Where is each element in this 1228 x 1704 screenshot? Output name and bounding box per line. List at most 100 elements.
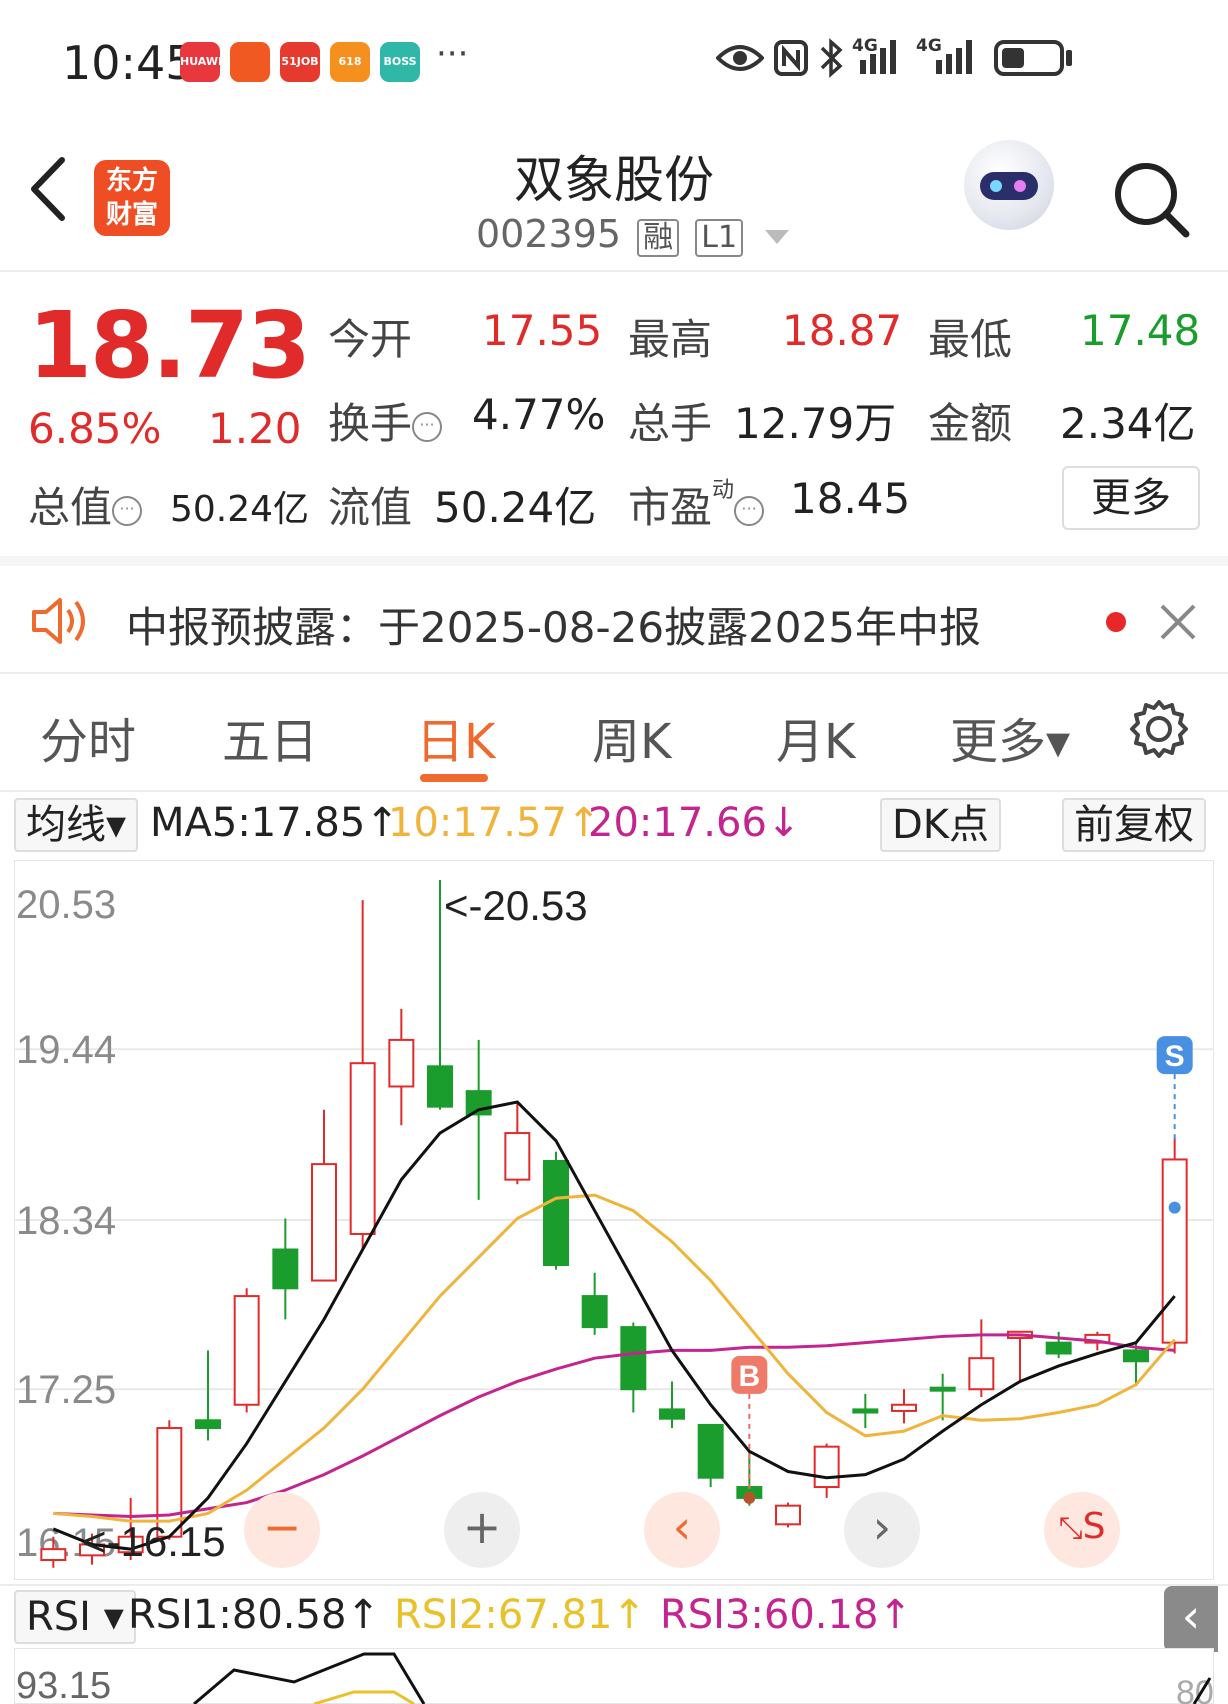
candle-body bbox=[697, 1423, 724, 1479]
robot-assistant-icon[interactable] bbox=[964, 140, 1054, 230]
close-icon[interactable] bbox=[1158, 602, 1198, 642]
pe-label: 市盈动··· bbox=[628, 474, 765, 535]
zoom-in-button[interactable]: + bbox=[444, 1492, 520, 1568]
notice-bar[interactable]: 中报预披露：于2025-08-26披露2025年中报 bbox=[0, 556, 1228, 674]
next-button[interactable]: › bbox=[844, 1492, 920, 1568]
rsi3-value: RSI3:60.18↑ bbox=[660, 1592, 912, 1638]
ma10-value: 10:17.57↑ bbox=[388, 800, 601, 846]
volume-label: 总手 bbox=[628, 399, 713, 448]
low-value: 17.48 bbox=[1080, 306, 1201, 355]
zoom-out-button[interactable]: − bbox=[244, 1492, 320, 1568]
search-icon[interactable] bbox=[1112, 160, 1192, 240]
market-cap-label: 总值 ··· bbox=[28, 474, 143, 535]
eye-icon bbox=[716, 45, 764, 71]
speaker-icon bbox=[32, 598, 85, 644]
candle-body bbox=[929, 1386, 956, 1392]
y-tick-label: 17.25 bbox=[16, 1368, 116, 1412]
y-tick-label: 18.34 bbox=[16, 1199, 116, 1243]
rsi-chart: 93.15 80 bbox=[14, 1648, 1214, 1704]
low-label: 最低 bbox=[928, 315, 1013, 364]
ma-indicator-row: 均线▾ MA5:17.85↑ 10:17.57↑ 20:17.66↓ DK点 前… bbox=[0, 794, 1228, 856]
period-tabs: 分时 五日 日K 周K 月K 更多▾ bbox=[0, 676, 1228, 792]
side-collapse-tab[interactable]: ‹ bbox=[1164, 1586, 1218, 1652]
pe-dynamic-mark: 动 bbox=[712, 478, 735, 503]
rsi-select[interactable]: RSI ▾ bbox=[14, 1590, 136, 1644]
stock-header: 东方 财富 双象股份 002395 融 L1 bbox=[0, 120, 1228, 272]
battery-icon bbox=[994, 40, 1064, 76]
rsi-indicator-row: RSI ▾ RSI1:80.58↑ RSI2:67.81↑ RSI3:60.18… bbox=[0, 1584, 1228, 1652]
flash-app-icon bbox=[230, 42, 270, 82]
float-cap-value: 50.24亿 bbox=[434, 483, 597, 532]
tab-five-day[interactable]: 五日 bbox=[222, 702, 318, 772]
signal-icon-2: 4G bbox=[916, 36, 982, 80]
tab-weekly-k[interactable]: 周K bbox=[592, 702, 671, 772]
status-time: 10:45 bbox=[62, 36, 195, 90]
info-dots-icon[interactable]: ··· bbox=[412, 411, 443, 442]
candle-body bbox=[891, 1403, 917, 1412]
adjust-select[interactable]: 前复权 bbox=[1062, 798, 1206, 852]
candle-body bbox=[543, 1160, 569, 1267]
candle-body bbox=[311, 1163, 337, 1282]
candle-body bbox=[659, 1408, 685, 1420]
y-tick-label: 20.53 bbox=[16, 883, 116, 927]
candle-body bbox=[349, 1062, 376, 1235]
turnover-label: 换手 ··· bbox=[328, 390, 443, 451]
prev-button[interactable]: ‹ bbox=[644, 1492, 720, 1568]
tab-monthly-k[interactable]: 月K bbox=[776, 702, 855, 772]
battery-tip bbox=[1066, 50, 1072, 66]
y-tick-label: 19.44 bbox=[16, 1028, 116, 1072]
tab-more[interactable]: 更多▾ bbox=[950, 702, 1070, 772]
shopping-618-app-icon: 618 bbox=[330, 42, 370, 82]
expand-s-button[interactable]: ⤡S bbox=[1044, 1492, 1120, 1568]
unread-dot bbox=[1106, 612, 1126, 632]
ma5-value: MA5:17.85↑ bbox=[150, 800, 399, 846]
expand-s-label: S bbox=[1082, 1506, 1106, 1547]
buy-marker-dot bbox=[743, 1491, 756, 1504]
open-label: 今开 bbox=[328, 315, 413, 364]
margin-tag: 融 bbox=[637, 219, 680, 257]
dk-point-button[interactable]: DK点 bbox=[880, 798, 1002, 852]
status-more-icon: ··· bbox=[436, 34, 469, 74]
quote-more-button[interactable]: 更多 bbox=[1062, 466, 1200, 530]
boss-zhipin-app-icon: BOSS 直聘 bbox=[380, 42, 420, 82]
amount-label: 金额 bbox=[928, 399, 1013, 448]
settings-gear-icon[interactable] bbox=[1128, 698, 1190, 760]
dropdown-caret-icon bbox=[765, 229, 790, 244]
stock-code-row[interactable]: 002395 融 L1 bbox=[476, 212, 790, 257]
open-value: 17.55 bbox=[482, 306, 603, 355]
candle-body bbox=[813, 1445, 840, 1489]
high-label: 最高 bbox=[628, 315, 713, 364]
candle-body bbox=[1123, 1349, 1149, 1363]
ma20-value: 20:17.66↓ bbox=[588, 800, 801, 846]
tab-intraday[interactable]: 分时 bbox=[40, 702, 136, 772]
candle-body bbox=[233, 1295, 260, 1406]
candle-body bbox=[581, 1295, 608, 1329]
rsi2-value: RSI2:67.81↑ bbox=[394, 1592, 646, 1638]
candle-body bbox=[40, 1548, 67, 1562]
candle-body bbox=[427, 1065, 453, 1108]
huawei-appgallery-icon: HUAWEI bbox=[180, 42, 220, 82]
candle-body bbox=[388, 1038, 415, 1088]
info-dots-icon[interactable]: ··· bbox=[734, 495, 765, 526]
job-51-app-icon: 51JOB bbox=[280, 42, 320, 82]
rsi1-value: RSI1:80.58↑ bbox=[128, 1592, 380, 1638]
current-price: 18.73 bbox=[28, 292, 311, 399]
info-dots-icon[interactable]: ··· bbox=[112, 495, 143, 526]
candle-body bbox=[968, 1357, 995, 1391]
buy-marker-label: B bbox=[738, 1360, 760, 1393]
expand-arrows-icon: ⤡ bbox=[1058, 1511, 1083, 1546]
tab-daily-k[interactable]: 日K bbox=[416, 702, 495, 772]
candle-body bbox=[1045, 1341, 1072, 1355]
nfc-icon bbox=[774, 40, 808, 76]
signal-icon-1: 4G bbox=[852, 36, 908, 80]
rsi-top-tick: 93.15 bbox=[16, 1665, 111, 1704]
kline-chart[interactable]: 20.5319.4418.3417.2516.15 BS <-20.53 <-1… bbox=[14, 860, 1214, 1580]
notice-text: 中报预披露：于2025-08-26披露2025年中报 bbox=[126, 603, 981, 652]
volume-value: 12.79万 bbox=[734, 399, 897, 448]
turnover-value: 4.77% bbox=[472, 390, 606, 439]
change-percent: 6.85% bbox=[28, 404, 162, 453]
candle-body bbox=[775, 1504, 801, 1526]
candle-body bbox=[620, 1326, 647, 1391]
ma-select[interactable]: 均线▾ bbox=[14, 798, 139, 852]
min-price-label: <-16.15 bbox=[82, 1518, 226, 1565]
